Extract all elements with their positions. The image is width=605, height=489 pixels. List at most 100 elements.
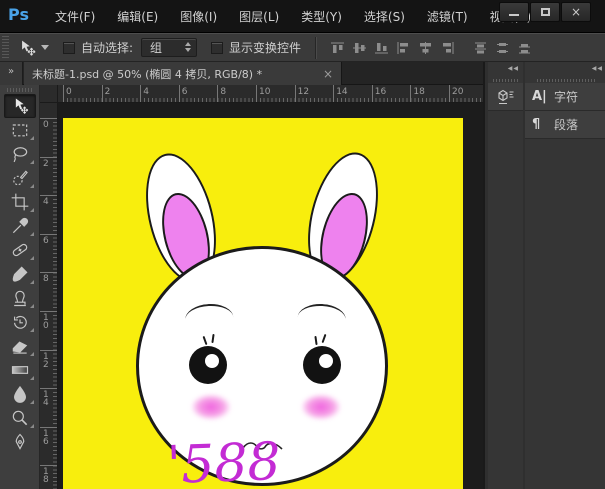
document-tab[interactable]: 未标题-1.psd @ 50% (椭圆 4 拷贝, RGB/8) * × [24, 62, 342, 85]
panel-button[interactable]: A| 字符 [525, 83, 605, 111]
blur-tool-button[interactable] [4, 382, 36, 406]
rabbit-left-eye-highlight [205, 354, 219, 368]
auto-select-value: 组 [150, 39, 162, 56]
options-divider [315, 37, 317, 59]
crop-icon [10, 192, 30, 212]
rabbit-right-eye-highlight [319, 354, 333, 368]
panel-button[interactable]: ¶ 段落 [525, 111, 605, 139]
rectangular-marquee-icon [10, 120, 30, 140]
ruler-vertical[interactable]: 024681012141618 [40, 103, 58, 489]
minimize-icon [509, 14, 519, 16]
document-viewport: '588 [58, 103, 483, 489]
eraser-tool-button[interactable] [4, 334, 36, 358]
minimize-button[interactable] [499, 2, 529, 22]
clone-stamp-tool-button[interactable] [4, 286, 36, 310]
tool-flyout-arrow [30, 232, 34, 236]
canvas[interactable]: '588 [63, 118, 463, 489]
3d-panel-button[interactable] [488, 83, 523, 111]
tool-flyout-arrow [30, 256, 34, 260]
distribute-top-edges-icon[interactable] [472, 40, 489, 56]
show-transform-checkbox[interactable] [211, 42, 223, 54]
menu-item[interactable]: 选择(S) [353, 4, 416, 29]
ruler-horizontal[interactable]: 02468101214161820 [58, 85, 483, 103]
tool-flyout-arrow [30, 136, 34, 140]
dropdown-spinner-icon [185, 42, 191, 52]
move-tool-button[interactable] [4, 94, 36, 118]
menu-item[interactable]: 滤镜(T) [416, 4, 479, 29]
panel-button-dock: ◀◀ A| 字符 ¶ 段落 [525, 62, 605, 489]
align-bottom-edges-icon[interactable] [373, 40, 390, 56]
gradient-icon [10, 360, 30, 380]
tool-flyout-arrow [30, 352, 34, 356]
document-tab-bar: » 未标题-1.psd @ 50% (椭圆 4 拷贝, RGB/8) * × [0, 62, 483, 85]
align-top-edges-icon[interactable] [329, 40, 346, 56]
menu-item[interactable]: 类型(Y) [290, 4, 353, 29]
rectangular-marquee-tool-button[interactable] [4, 118, 36, 142]
distribute-edges-group [472, 40, 533, 56]
window-controls: × [498, 2, 591, 22]
clone-stamp-icon [10, 288, 30, 308]
close-button[interactable]: × [561, 2, 591, 22]
auto-select-dropdown[interactable]: 组 [141, 38, 197, 57]
distribute-vertical-centers-icon[interactable] [494, 40, 511, 56]
eyedropper-tool-button[interactable] [4, 214, 36, 238]
menu-item[interactable]: 图像(I) [169, 4, 228, 29]
history-brush-tool-button[interactable] [4, 310, 36, 334]
move-tool-icon [10, 96, 30, 116]
maximize-icon [541, 8, 550, 16]
align-horizontal-centers-icon[interactable] [417, 40, 434, 56]
blur-icon [10, 384, 30, 404]
tools-panel-expand-button[interactable]: » [0, 62, 23, 85]
menu-item[interactable]: 编辑(E) [106, 4, 169, 29]
auto-select-checkbox[interactable] [63, 42, 75, 54]
spot-healing-brush-tool-button[interactable] [4, 238, 36, 262]
tools-panel [0, 85, 40, 489]
titlebar: Ps 文件(F)编辑(E)图像(I)图层(L)类型(Y)选择(S)滤镜(T)视图… [0, 0, 605, 33]
pen-icon [10, 432, 30, 452]
eraser-icon [10, 336, 30, 356]
panel-button-icon: ¶ [532, 117, 554, 132]
tool-flyout-arrow [30, 208, 34, 212]
ruler-minor-ticks [53, 118, 57, 489]
tools-panel-gripper[interactable] [7, 88, 33, 92]
dock-collapse-button[interactable]: ◀◀ [488, 62, 523, 77]
lasso-tool-button[interactable] [4, 142, 36, 166]
align-left-edges-icon[interactable] [395, 40, 412, 56]
tool-flyout-arrow [30, 280, 34, 284]
rabbit-left-blush [191, 394, 231, 420]
quick-selection-tool-button[interactable] [4, 166, 36, 190]
icon-dock: ◀◀ [488, 62, 523, 489]
pen-tool-button[interactable] [4, 430, 36, 454]
auto-select-label: 自动选择: [81, 39, 133, 56]
crop-tool-button[interactable] [4, 190, 36, 214]
brush-tool-button[interactable] [4, 262, 36, 286]
lasso-icon [10, 144, 30, 164]
options-bar-gripper[interactable] [2, 36, 9, 59]
current-tool-indicator[interactable] [17, 39, 49, 57]
align-vertical-centers-icon[interactable] [351, 40, 368, 56]
panel-button-label: 字符 [554, 88, 578, 105]
tool-flyout-arrow [30, 400, 34, 404]
rabbit-right-blush [301, 394, 341, 420]
gradient-tool-button[interactable] [4, 358, 36, 382]
tool-flyout-arrow [30, 160, 34, 164]
photoshop-window: Ps 文件(F)编辑(E)图像(I)图层(L)类型(Y)选择(S)滤镜(T)视图… [0, 0, 605, 489]
tab-close-icon[interactable]: × [323, 67, 333, 81]
ruler-corner [40, 85, 58, 103]
distribute-bottom-edges-icon[interactable] [516, 40, 533, 56]
align-edges-group [329, 40, 456, 56]
dodge-tool-button[interactable] [4, 406, 36, 430]
dock-collapse-button[interactable]: ◀◀ [525, 62, 605, 77]
move-tool-icon [17, 39, 37, 57]
show-transform-label: 显示变换控件 [229, 39, 301, 56]
panel-button-icon: A| [532, 89, 554, 104]
menu-item[interactable]: 文件(F) [44, 4, 106, 29]
brush-icon [10, 264, 30, 284]
maximize-button[interactable] [530, 2, 560, 22]
healing-brush-icon [10, 240, 30, 260]
3d-panel-icon [496, 88, 516, 106]
eyedropper-icon [10, 216, 30, 236]
align-right-edges-icon[interactable] [439, 40, 456, 56]
history-brush-icon [10, 312, 30, 332]
menu-item[interactable]: 图层(L) [228, 4, 290, 29]
